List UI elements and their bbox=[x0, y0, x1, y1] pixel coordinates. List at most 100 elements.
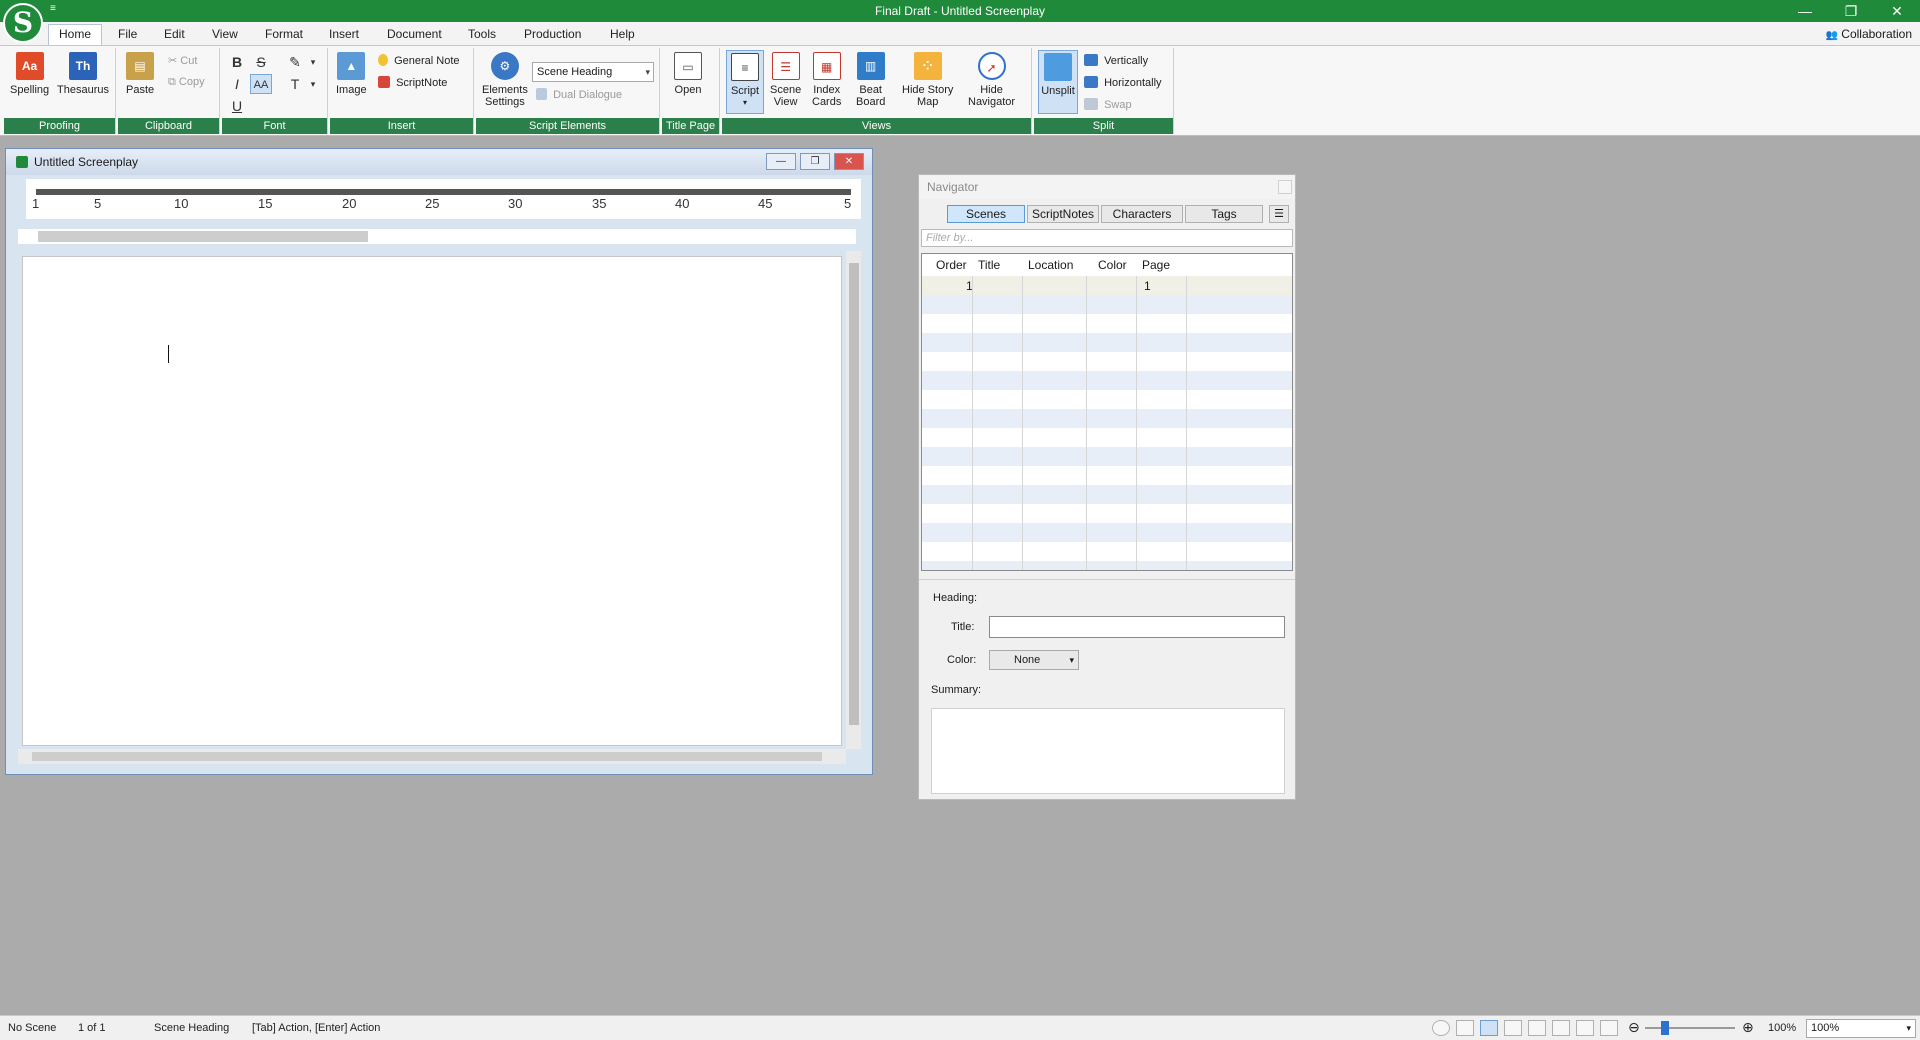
unsplit-button[interactable]: Unsplit bbox=[1038, 50, 1078, 114]
app-logo[interactable]: S bbox=[3, 3, 43, 43]
bold-button[interactable]: B bbox=[226, 52, 248, 72]
table-row[interactable]: 1 1 bbox=[922, 276, 1292, 295]
zoom-slider[interactable] bbox=[1645, 1027, 1735, 1029]
menu-document[interactable]: Document bbox=[387, 27, 442, 41]
horizontal-scrollbar[interactable] bbox=[18, 749, 846, 764]
speed-view-icon[interactable] bbox=[1504, 1020, 1522, 1036]
doc-restore-button[interactable]: ❐ bbox=[800, 153, 830, 170]
all-caps-button[interactable]: AA bbox=[250, 74, 272, 94]
hide-navigator-button[interactable]: ➚ Hide Navigator bbox=[968, 52, 1015, 108]
clipboard-group-label: Clipboard bbox=[118, 118, 219, 134]
menu-help[interactable]: Help bbox=[610, 27, 635, 41]
beat-board-button[interactable]: ▥ Beat Board bbox=[856, 52, 885, 108]
doc-minimize-button[interactable]: — bbox=[766, 153, 796, 170]
scenes-table[interactable]: 1 1 Order Title Location Color Page bbox=[921, 253, 1293, 571]
restore-button[interactable]: ❐ bbox=[1828, 0, 1874, 22]
menu-view[interactable]: View bbox=[212, 27, 238, 41]
cut-button[interactable]: ✂ Cut bbox=[168, 54, 197, 67]
index-cards-view-icon[interactable] bbox=[1576, 1020, 1594, 1036]
spelling-button[interactable]: Aa Spelling bbox=[10, 52, 49, 96]
general-note-button[interactable]: General Note bbox=[378, 54, 460, 67]
doc-close-button[interactable]: ✕ bbox=[834, 153, 864, 170]
zoom-out-icon[interactable]: ⊖ bbox=[1628, 1019, 1640, 1036]
menu-production[interactable]: Production bbox=[524, 27, 581, 41]
thesaurus-button[interactable]: Th Thesaurus bbox=[57, 52, 109, 96]
scene-view-button[interactable]: ☰ Scene View bbox=[770, 52, 801, 108]
ruler[interactable]: 1 5 10 15 20 25 30 35 40 45 5 bbox=[26, 179, 861, 219]
ruler-mark: 40 bbox=[675, 196, 690, 211]
horizontal-split-view-icon[interactable] bbox=[1552, 1020, 1570, 1036]
menu-edit[interactable]: Edit bbox=[164, 27, 185, 41]
scene-title-input[interactable] bbox=[989, 616, 1285, 638]
highlight-dropdown-icon[interactable]: ▾ bbox=[302, 52, 324, 72]
dual-dialogue-button[interactable]: Dual Dialogue bbox=[536, 88, 622, 101]
scrollbar-thumb[interactable] bbox=[32, 752, 822, 761]
paste-button[interactable]: ▤ Paste bbox=[126, 52, 154, 96]
scene-view-icon[interactable] bbox=[1600, 1020, 1618, 1036]
document-icon: ▭ bbox=[674, 52, 702, 80]
column-header-title[interactable]: Title bbox=[978, 258, 1000, 272]
filter-input[interactable]: Filter by... bbox=[921, 229, 1293, 247]
script-view-button[interactable]: ≡ Script ▾ bbox=[726, 50, 764, 114]
menu-file[interactable]: File bbox=[118, 27, 137, 41]
paste-label: Paste bbox=[126, 84, 155, 96]
zoom-select[interactable]: 100% ▾ bbox=[1806, 1019, 1916, 1038]
document-title-bar[interactable]: Untitled Screenplay bbox=[6, 149, 872, 175]
swap-button[interactable]: Swap bbox=[1084, 98, 1132, 111]
menu-home[interactable]: Home bbox=[48, 24, 103, 45]
night-mode-icon[interactable] bbox=[1432, 1020, 1450, 1036]
status-scene: No Scene bbox=[8, 1022, 57, 1034]
navigator-close-button[interactable] bbox=[1278, 180, 1292, 194]
split-group-label: Split bbox=[1034, 118, 1173, 134]
script-page[interactable] bbox=[22, 256, 842, 746]
underline-button[interactable]: U bbox=[226, 96, 248, 116]
chevron-down-icon: ▾ bbox=[742, 98, 747, 107]
scrollbar-thumb[interactable] bbox=[38, 231, 368, 242]
compass-icon: ➚ bbox=[977, 52, 1006, 80]
elements-settings-button[interactable]: ⚙ Elements Settings bbox=[482, 52, 528, 108]
column-header-location[interactable]: Location bbox=[1028, 258, 1073, 272]
menu-tools[interactable]: Tools bbox=[468, 27, 496, 41]
index-cards-icon: ▦ bbox=[812, 52, 841, 80]
copy-button[interactable]: ⧉ Copy bbox=[168, 76, 205, 89]
title-page-open-button[interactable]: ▭ Open bbox=[674, 52, 702, 96]
page-view-icon[interactable] bbox=[1480, 1020, 1498, 1036]
image-button[interactable]: ▲ Image bbox=[336, 52, 367, 96]
document-title: Untitled Screenplay bbox=[34, 155, 139, 169]
menu-insert[interactable]: Insert bbox=[329, 27, 359, 41]
hide-story-map-button[interactable]: ⁘ Hide Story Map bbox=[902, 52, 953, 108]
normal-view-icon[interactable] bbox=[1456, 1020, 1474, 1036]
close-button[interactable]: ✕ bbox=[1874, 0, 1920, 22]
tab-characters[interactable]: Characters bbox=[1101, 205, 1183, 223]
navigator-options-icon[interactable]: ☰ bbox=[1269, 205, 1289, 223]
zoom-in-icon[interactable]: ⊕ bbox=[1742, 1019, 1754, 1036]
zoom-slider-thumb[interactable] bbox=[1661, 1021, 1669, 1035]
split-horizontally-label: Horizontally bbox=[1104, 77, 1162, 89]
element-type-select[interactable]: Scene Heading ▾ bbox=[532, 62, 654, 82]
column-header-color[interactable]: Color bbox=[1098, 258, 1127, 272]
tab-scenes[interactable]: Scenes bbox=[947, 205, 1025, 223]
scene-color-select[interactable]: None ▾ bbox=[989, 650, 1079, 670]
scene-summary-textarea[interactable] bbox=[931, 708, 1285, 794]
tab-scriptnotes[interactable]: ScriptNotes bbox=[1027, 205, 1099, 223]
panel-view-icon[interactable] bbox=[1528, 1020, 1546, 1036]
scrollbar-thumb[interactable] bbox=[849, 263, 859, 725]
vertical-scrollbar[interactable] bbox=[846, 251, 861, 749]
views-group: ≡ Script ▾ ☰ Scene View ▦ Index Cards ▥ … bbox=[722, 48, 1032, 134]
ruler-horizontal-scrollbar[interactable] bbox=[18, 229, 856, 244]
split-vertically-button[interactable]: Vertically bbox=[1084, 54, 1148, 67]
tab-tags[interactable]: Tags bbox=[1185, 205, 1263, 223]
index-cards-button[interactable]: ▦ Index Cards bbox=[812, 52, 841, 108]
column-header-page[interactable]: Page bbox=[1142, 258, 1170, 272]
collaboration-button[interactable]: 👥 Collaboration bbox=[1825, 27, 1912, 41]
italic-button[interactable]: I bbox=[226, 74, 248, 94]
heading-label: Heading: bbox=[933, 592, 978, 604]
column-header-order[interactable]: Order bbox=[936, 258, 967, 272]
split-horizontally-button[interactable]: Horizontally bbox=[1084, 76, 1162, 89]
minimize-button[interactable]: — bbox=[1782, 0, 1828, 22]
text-color-dropdown-icon[interactable]: ▾ bbox=[302, 74, 324, 94]
scene-view-label-2: View bbox=[773, 96, 798, 108]
menu-format[interactable]: Format bbox=[265, 27, 303, 41]
strikethrough-button[interactable]: S bbox=[250, 52, 272, 72]
scriptnote-button[interactable]: ScriptNote bbox=[378, 76, 447, 89]
